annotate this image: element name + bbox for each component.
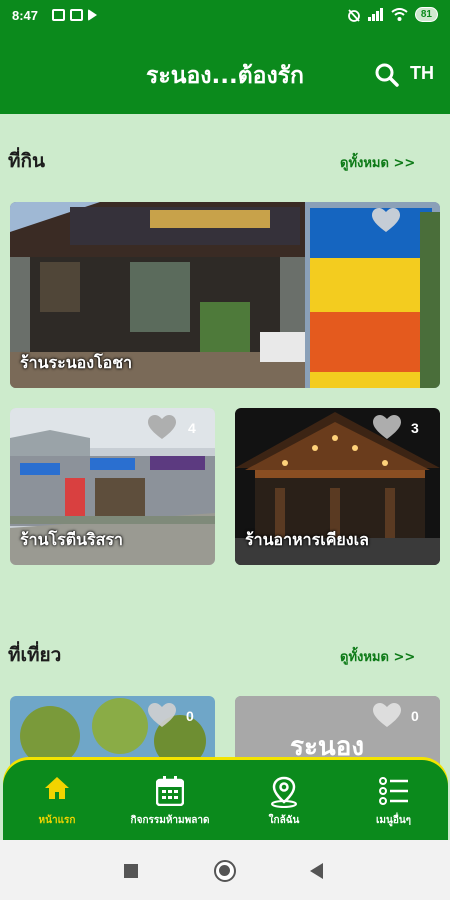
like-count: 3 (411, 420, 419, 436)
signal-icon (367, 8, 383, 21)
nav-label: ใกล้ฉัน (268, 815, 300, 826)
nav-item-events[interactable]: กิจกรรมห้ามพลาด (111, 760, 229, 840)
heart-icon[interactable] (373, 703, 401, 729)
system-indicators: 81 (347, 7, 438, 22)
list-menu-icon (378, 777, 408, 805)
card-title: ร้านระนองโอชา (20, 353, 133, 372)
nav-label: กิจกรรมห้ามพลาด (130, 815, 210, 826)
language-toggle[interactable]: TH (410, 63, 434, 84)
restaurant-card[interactable]: 4 ร้านโรตีนริสรา (10, 408, 215, 565)
search-icon[interactable] (374, 62, 400, 88)
calendar-icon (156, 776, 184, 806)
restaurant-card[interactable]: 3 ร้านอาหารเคียงเล (235, 408, 440, 565)
back-button[interactable] (310, 863, 323, 879)
home-button-dot (219, 865, 230, 876)
system-navigation-bar (0, 840, 450, 900)
see-all-eat-link[interactable]: ดูทั้งหมด >> (340, 152, 415, 173)
card-title: ร้านอาหารเคียงเล (245, 530, 369, 549)
home-icon (45, 777, 69, 799)
battery-indicator: 81 (414, 7, 438, 22)
heart-icon[interactable] (373, 415, 401, 441)
like-count: 4 (188, 420, 196, 436)
nav-label: หน้าแรก (38, 815, 76, 826)
heart-icon[interactable] (372, 208, 400, 234)
bottom-navigation: หน้าแรก กิจกรรมห้ามพลาด ใกล้ฉัน เมนูอื่น… (3, 760, 448, 840)
section-title-eat: ที่กิน (8, 150, 46, 172)
home-button[interactable] (214, 860, 236, 882)
nav-item-more[interactable]: เมนูอื่นๆ (339, 760, 448, 840)
nav-label: เมนูอื่นๆ (375, 815, 412, 826)
nav-item-home[interactable]: หน้าแรก (3, 760, 111, 840)
heart-icon[interactable] (148, 415, 176, 441)
youtube-notification-icon (70, 9, 83, 21)
section-title-travel: ที่เที่ยว (8, 644, 62, 666)
like-count: 0 (411, 708, 419, 724)
nav-item-nearby[interactable]: ใกล้ฉัน (229, 760, 339, 840)
notification-icons (52, 9, 97, 21)
wifi-icon (391, 8, 408, 21)
like-count: 0 (186, 708, 194, 724)
location-pin-icon (271, 776, 297, 808)
status-time: 8:47 (12, 8, 39, 23)
play-store-notification-icon (88, 9, 97, 21)
card-title: ร้านโรตีนริสรา (20, 530, 123, 549)
heart-icon[interactable] (148, 703, 176, 729)
see-all-travel-link[interactable]: ดูทั้งหมด >> (340, 646, 415, 667)
recent-apps-button[interactable] (124, 864, 138, 878)
status-bar: 8:47 81 (0, 0, 450, 32)
app-bar: ระนอง...ต้องรัก TH (0, 32, 450, 114)
alarm-icon (347, 8, 360, 22)
notification-app-icon (52, 9, 65, 21)
featured-restaurant-card[interactable]: ร้านระนองโอชา (10, 202, 440, 388)
